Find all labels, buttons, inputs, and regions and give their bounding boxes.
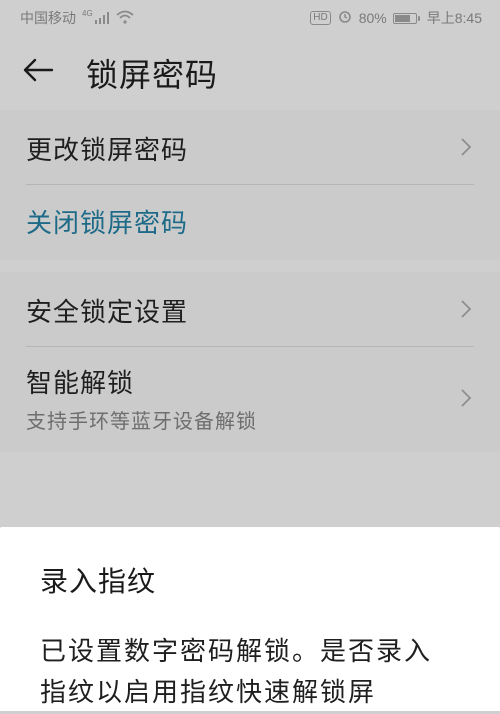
chevron-right-icon bbox=[458, 137, 474, 157]
status-left: 中国移动 4G bbox=[20, 8, 134, 28]
disable-password-label: 关闭锁屏密码 bbox=[26, 209, 189, 239]
dialog-message: 已设置数字密码解锁。是否录入指纹以启用指纹快速解锁屏 bbox=[40, 637, 433, 708]
battery-percent: 80% bbox=[358, 10, 387, 26]
smart-unlock-label: 智能解锁 bbox=[26, 369, 135, 399]
hd-badge: HD bbox=[310, 11, 331, 25]
change-password-row[interactable]: 更改锁屏密码 bbox=[0, 110, 500, 184]
signal-label: 4G bbox=[82, 8, 93, 18]
disable-password-row[interactable]: 关闭锁屏密码 bbox=[0, 185, 500, 260]
chevron-right-icon bbox=[458, 299, 474, 319]
status-right: HD 80% 早上8:45 bbox=[310, 8, 482, 28]
smart-unlock-subtitle: 支持手环等蓝牙设备解锁 bbox=[26, 409, 257, 433]
wifi-icon bbox=[116, 10, 134, 27]
arrow-left-icon bbox=[22, 58, 54, 86]
lock-settings-row[interactable]: 安全锁定设置 bbox=[0, 272, 500, 346]
change-password-label: 更改锁屏密码 bbox=[26, 136, 189, 166]
lock-settings-label: 安全锁定设置 bbox=[26, 298, 189, 328]
status-bar: 中国移动 4G HD 80% 早上8:45 bbox=[0, 0, 500, 34]
dialog-title: 录入指纹 bbox=[40, 565, 157, 598]
chevron-right-icon bbox=[458, 388, 474, 408]
clock: 早上8:45 bbox=[426, 10, 482, 26]
back-button[interactable] bbox=[22, 52, 66, 92]
fingerprint-dialog: 录入指纹 已设置数字密码解锁。是否录入指纹以启用指纹快速解锁屏 bbox=[0, 527, 500, 711]
signal-icon: 4G bbox=[82, 8, 110, 24]
password-section: 更改锁屏密码 关闭锁屏密码 bbox=[0, 110, 500, 260]
app-header: 锁屏密码 bbox=[0, 34, 500, 110]
page-title: 锁屏密码 bbox=[86, 56, 219, 94]
security-section: 安全锁定设置 智能解锁 支持手环等蓝牙设备解锁 bbox=[0, 272, 500, 452]
battery-fill bbox=[394, 14, 410, 22]
smart-unlock-row[interactable]: 智能解锁 支持手环等蓝牙设备解锁 bbox=[0, 347, 500, 452]
battery-icon bbox=[392, 12, 420, 24]
alarm-icon bbox=[337, 10, 353, 27]
carrier-name: 中国移动 bbox=[20, 10, 76, 26]
